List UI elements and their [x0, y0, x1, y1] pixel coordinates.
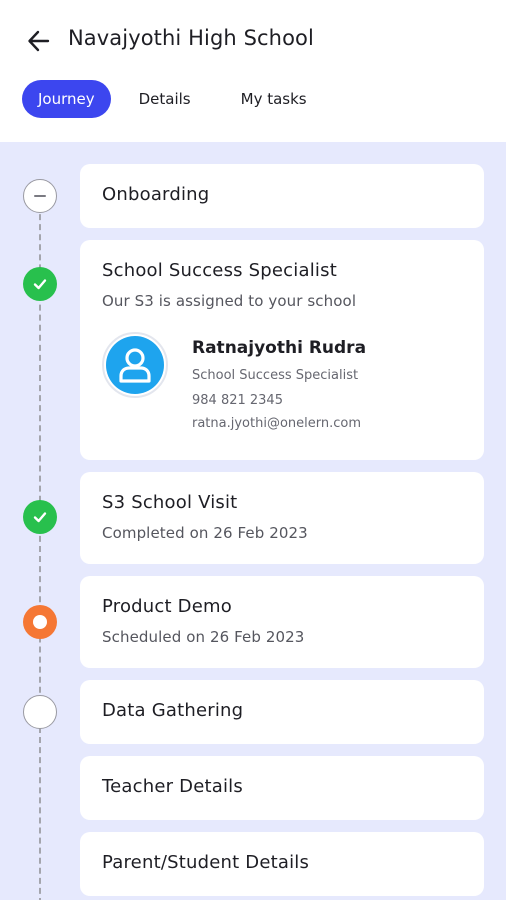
arrow-left-icon [28, 30, 50, 52]
user-avatar-icon [106, 336, 164, 394]
step-title: Data Gathering [102, 700, 244, 721]
step-title: S3 School Visit [102, 492, 238, 513]
step-title: Teacher Details [102, 776, 243, 797]
tab-journey[interactable]: Journey [22, 80, 111, 118]
step-card-product-demo[interactable]: Product Demo Scheduled on 26 Feb 2023 [80, 576, 484, 668]
contact-phone[interactable]: 984 821 2345 [192, 393, 283, 408]
pending-step-icon [23, 695, 57, 729]
step-title: Onboarding [102, 184, 210, 205]
back-button[interactable] [22, 24, 56, 58]
page-title: Navajyothi High School [68, 26, 314, 50]
step-card-teacher-details[interactable]: Teacher Details [80, 756, 484, 820]
step-card-data-gathering[interactable]: Data Gathering [80, 680, 484, 744]
step-card-parent-student-details[interactable]: Parent/Student Details [80, 832, 484, 896]
collapse-icon[interactable] [23, 179, 57, 213]
step-subtitle: Scheduled on 26 Feb 2023 [102, 628, 305, 646]
step-card-onboarding[interactable]: Onboarding [80, 164, 484, 228]
step-title: School Success Specialist [102, 260, 337, 281]
contact-name: Ratnajyothi Rudra [192, 338, 367, 358]
step-title: Product Demo [102, 596, 232, 617]
tab-details[interactable]: Details [123, 80, 207, 118]
app-header: Navajyothi High School Journey Details M… [0, 0, 506, 142]
avatar [102, 332, 168, 398]
tab-my-tasks[interactable]: My tasks [225, 80, 323, 118]
step-card-school-success-specialist[interactable]: School Success Specialist Our S3 is assi… [80, 240, 484, 460]
current-step-icon [23, 605, 57, 639]
step-card-s3-school-visit[interactable]: S3 School Visit Completed on 26 Feb 2023 [80, 472, 484, 564]
contact-role: School Success Specialist [192, 368, 359, 383]
step-subtitle: Our S3 is assigned to your school [102, 292, 357, 310]
step-subtitle: Completed on 26 Feb 2023 [102, 524, 308, 542]
tab-bar: Journey Details My tasks [22, 80, 323, 118]
step-title: Parent/Student Details [102, 852, 310, 873]
check-icon [23, 267, 57, 301]
contact-email[interactable]: ratna.jyothi@onelern.com [192, 416, 361, 431]
journey-timeline: Onboarding School Success Specialist Our… [0, 142, 506, 900]
check-icon [23, 500, 57, 534]
